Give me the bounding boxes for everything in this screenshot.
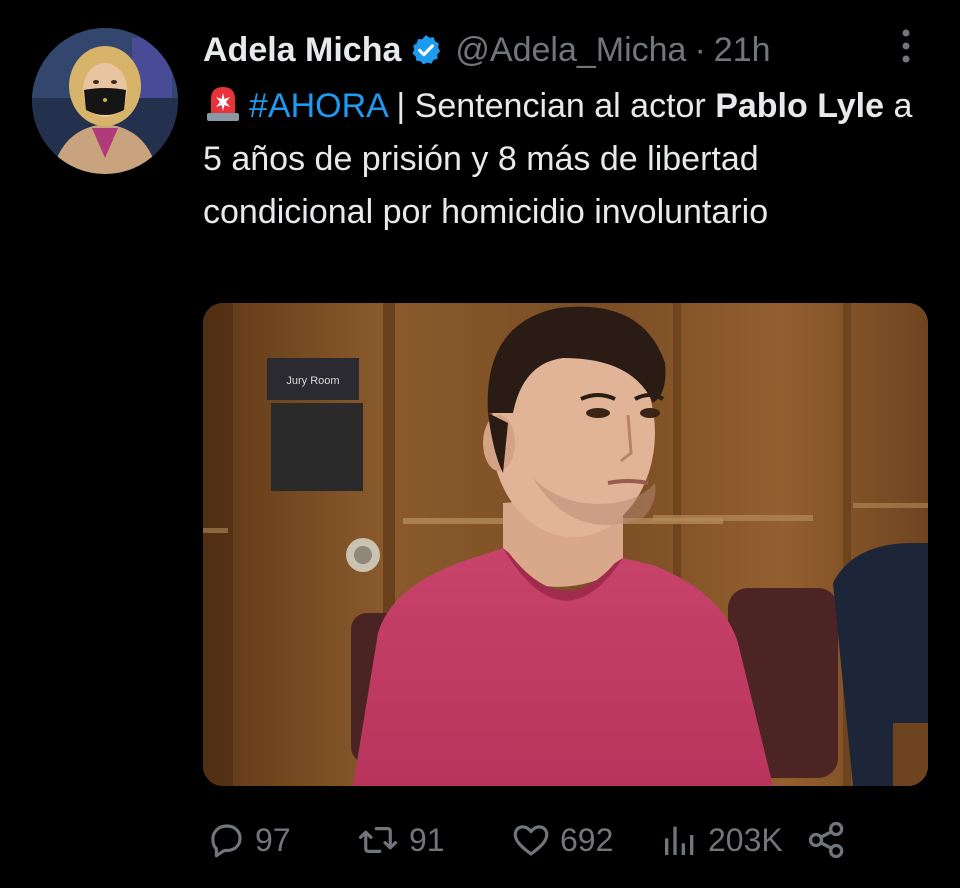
timestamp[interactable]: 21h: [714, 31, 771, 70]
hashtag-link[interactable]: #AHORA: [249, 87, 387, 125]
more-options-icon[interactable]: [894, 26, 918, 66]
retweet-icon: [358, 827, 398, 853]
retweet-count: 91: [409, 821, 445, 858]
share-icon: [808, 821, 844, 859]
verified-badge-icon: [409, 33, 443, 67]
author-handle[interactable]: @Adela_Micha: [455, 31, 686, 70]
tweet-text: #AHORA | Sentencian al actor Pablo Lyle …: [203, 80, 923, 239]
tweet-header: Adela Micha @Adela_Micha · 21h: [203, 26, 771, 74]
like-count: 692: [560, 821, 614, 858]
reply-icon: [211, 824, 242, 858]
tweet-actions: 97 91 692 203K: [205, 812, 855, 868]
retweet-button[interactable]: 91: [355, 812, 445, 868]
rotating-light-emoji: [203, 83, 243, 123]
view-count: 203K: [708, 821, 783, 858]
tweet-text-part1: | Sentencian al actor: [386, 87, 716, 125]
reply-button[interactable]: 97: [205, 812, 291, 868]
like-button[interactable]: 692: [510, 812, 613, 868]
separator: ·: [694, 30, 706, 69]
reply-count: 97: [255, 821, 291, 858]
share-button[interactable]: [805, 812, 857, 868]
tweet-text-bold-name: Pablo Lyle: [715, 87, 884, 125]
display-name[interactable]: Adela Micha: [203, 31, 401, 70]
views-button[interactable]: 203K: [660, 812, 783, 868]
views-bar-chart-icon: [665, 826, 694, 855]
heart-icon: [513, 825, 549, 856]
jury-room-sign: Jury Room: [286, 375, 339, 387]
tweet[interactable]: Adela Micha @Adela_Micha · 21h #AHORA | …: [0, 0, 960, 888]
tweet-media-photo[interactable]: Jury Room: [203, 303, 928, 786]
avatar[interactable]: [32, 28, 178, 174]
